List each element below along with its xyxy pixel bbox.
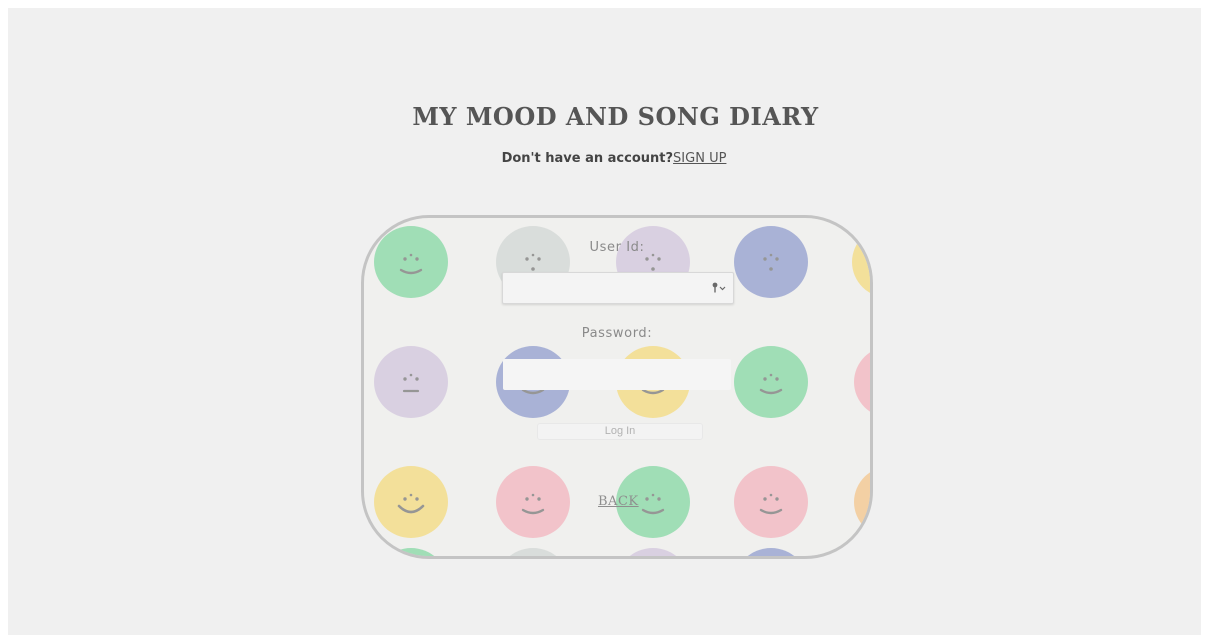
signup-prompt: Don't have an account? [501, 151, 674, 166]
signup-line: Don't have an account?SIGN UP [8, 151, 1209, 166]
page-title: MY MOOD AND SONG DIARY [412, 102, 819, 131]
login-button[interactable]: Log In [537, 423, 703, 440]
password-label: Password: [581, 326, 653, 341]
userid-label: User Id: [589, 240, 645, 255]
key-dropdown-icon[interactable] [711, 281, 727, 295]
login-card: User Id: Password: Log In BACK [361, 215, 873, 559]
back-link[interactable]: BACK [598, 494, 639, 509]
password-input[interactable] [503, 359, 731, 390]
userid-input[interactable] [502, 272, 734, 304]
page-background: MY MOOD AND SONG DIARY Don't have an acc… [8, 8, 1201, 635]
signup-link[interactable]: SIGN UP [673, 151, 726, 166]
